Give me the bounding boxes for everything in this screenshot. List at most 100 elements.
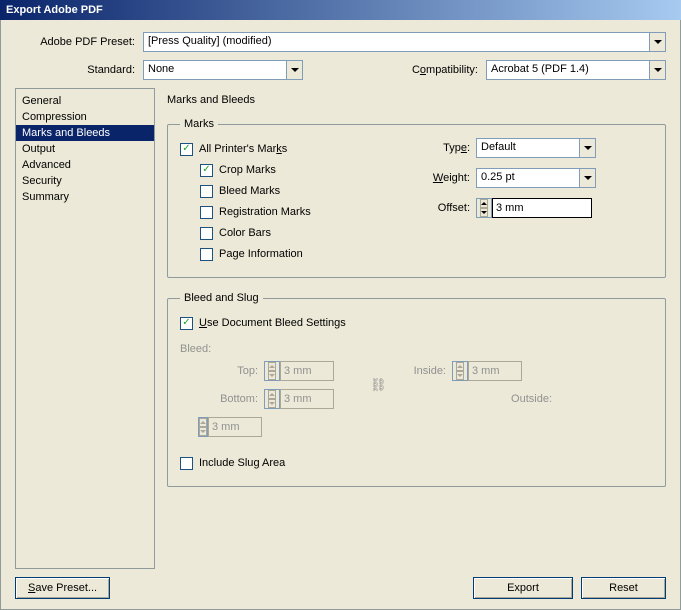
footer: Save Preset... Export Reset (15, 577, 666, 599)
sidebar-item-marks-and-bleeds[interactable]: Marks and Bleeds (16, 125, 154, 141)
check-bleed-marks[interactable]: Bleed Marks (200, 181, 380, 201)
check-label: Page Information (219, 248, 303, 260)
standard-dropdown[interactable]: None (143, 60, 303, 80)
sidebar-item-security[interactable]: Security (16, 173, 154, 189)
check-label: Color Bars (219, 227, 271, 239)
dropdown-arrow-icon (580, 168, 596, 188)
marks-options: Type: Default Weight: 0.25 pt (410, 138, 653, 265)
sidebar-item-advanced[interactable]: Advanced (16, 157, 154, 173)
panel-title: Marks and Bleeds (167, 94, 666, 106)
bleed-label: Bleed: (180, 343, 653, 355)
reset-button[interactable]: Reset (581, 577, 666, 599)
bleed-outside-input (208, 417, 262, 437)
checkbox-icon (200, 206, 213, 219)
check-label: Crop Marks (219, 164, 276, 176)
bleed-top-spinner (264, 361, 364, 381)
offset-label: Offset: (410, 202, 470, 214)
check-color-bars[interactable]: Color Bars (200, 223, 380, 243)
sidebar-item-summary[interactable]: Summary (16, 189, 154, 205)
compat-dropdown[interactable]: Acrobat 5 (PDF 1.4) (486, 60, 666, 80)
weight-label: Weight: (410, 172, 470, 184)
sidebar-item-label: Marks and Bleeds (22, 127, 110, 139)
spinner-buttons-icon (198, 417, 208, 437)
row-preset: Adobe PDF Preset: [Press Quality] (modif… (15, 32, 666, 52)
sidebar-item-label: General (22, 95, 61, 107)
sidebar-item-general[interactable]: General (16, 93, 154, 109)
sidebar-item-label: Security (22, 175, 62, 187)
window-title: Export Adobe PDF (6, 4, 103, 16)
sidebar-item-compression[interactable]: Compression (16, 109, 154, 125)
check-page-information[interactable]: Page Information (200, 244, 380, 264)
compat-label: Compatibility: (412, 64, 478, 76)
legend-marks: Marks (180, 118, 218, 130)
bleed-inside-spinner (452, 361, 552, 381)
dropdown-arrow-icon (650, 32, 666, 52)
standard-dropdown-value: None (143, 60, 287, 80)
export-button[interactable]: Export (473, 577, 573, 599)
dropdown-arrow-icon (287, 60, 303, 80)
check-use-document-bleed[interactable]: ✓ Use Document Bleed Settings (180, 313, 653, 333)
row-standard-compat: Standard: None Compatibility: Acrobat 5 … (15, 60, 666, 80)
inside-label: Inside: (386, 365, 446, 377)
fieldset-marks: Marks ✓ All Printer's Marks ✓ Crop Marks (167, 118, 666, 278)
weight-dropdown-value: 0.25 pt (476, 168, 580, 188)
sidebar-item-label: Output (22, 143, 55, 155)
checkbox-icon (180, 457, 193, 470)
checkbox-icon: ✓ (200, 164, 213, 177)
weight-dropdown[interactable]: 0.25 pt (476, 168, 596, 188)
standard-label: Standard: (15, 64, 135, 76)
checkbox-icon (200, 227, 213, 240)
link-icon: ⛓ (370, 377, 380, 393)
sidebar-item-label: Compression (22, 111, 87, 123)
main-layout: General Compression Marks and Bleeds Out… (15, 88, 666, 569)
spinner-buttons-icon[interactable] (476, 198, 492, 218)
check-include-slug-area[interactable]: Include Slug Area (180, 453, 653, 473)
top-label: Top: (198, 365, 258, 377)
checkbox-icon: ✓ (180, 317, 193, 330)
check-all-printers-marks[interactable]: ✓ All Printer's Marks (180, 139, 380, 159)
sidebar-item-output[interactable]: Output (16, 141, 154, 157)
spinner-buttons-icon (264, 389, 280, 409)
bleed-bottom-input (280, 389, 334, 409)
offset-input[interactable] (492, 198, 592, 218)
bottom-label: Bottom: (198, 393, 258, 405)
preset-dropdown[interactable]: [Press Quality] (modified) (143, 32, 666, 52)
sidebar-item-label: Advanced (22, 159, 71, 171)
window-body: Adobe PDF Preset: [Press Quality] (modif… (0, 20, 681, 610)
panel-marks-and-bleeds: Marks and Bleeds Marks ✓ All Printer's M… (167, 88, 666, 569)
check-crop-marks[interactable]: ✓ Crop Marks (200, 160, 380, 180)
sidebar-item-label: Summary (22, 191, 69, 203)
bleed-grid: Top: ⛓ Inside: (198, 361, 653, 437)
save-preset-button[interactable]: Save Preset... (15, 577, 110, 599)
preset-label: Adobe PDF Preset: (15, 36, 135, 48)
type-dropdown-value: Default (476, 138, 580, 158)
checkbox-icon (200, 185, 213, 198)
legend-bleed-slug: Bleed and Slug (180, 292, 263, 304)
bleed-bottom-spinner (264, 389, 364, 409)
check-label: Bleed Marks (219, 185, 280, 197)
outside-label: Outside: (452, 393, 552, 405)
offset-spinner[interactable] (476, 198, 592, 218)
bleed-top-input (280, 361, 334, 381)
type-dropdown[interactable]: Default (476, 138, 596, 158)
check-label: All Printer's Marks (199, 143, 287, 155)
spinner-buttons-icon (264, 361, 280, 381)
bleed-outside-spinner (198, 417, 258, 437)
check-registration-marks[interactable]: Registration Marks (200, 202, 380, 222)
marks-checks: ✓ All Printer's Marks ✓ Crop Marks Bleed… (180, 138, 380, 265)
check-label: Use Document Bleed Settings (199, 317, 346, 329)
spinner-buttons-icon (452, 361, 468, 381)
check-label: Include Slug Area (199, 457, 285, 469)
category-list: General Compression Marks and Bleeds Out… (15, 88, 155, 569)
preset-dropdown-value: [Press Quality] (modified) (143, 32, 650, 52)
window-titlebar: Export Adobe PDF (0, 0, 681, 20)
checkbox-icon (200, 248, 213, 261)
bleed-inside-input (468, 361, 522, 381)
type-label: Type: (410, 142, 470, 154)
check-label: Registration Marks (219, 206, 311, 218)
fieldset-bleed-slug: Bleed and Slug ✓ Use Document Bleed Sett… (167, 292, 666, 487)
dropdown-arrow-icon (650, 60, 666, 80)
compat-dropdown-value: Acrobat 5 (PDF 1.4) (486, 60, 650, 80)
dropdown-arrow-icon (580, 138, 596, 158)
checkbox-icon: ✓ (180, 143, 193, 156)
